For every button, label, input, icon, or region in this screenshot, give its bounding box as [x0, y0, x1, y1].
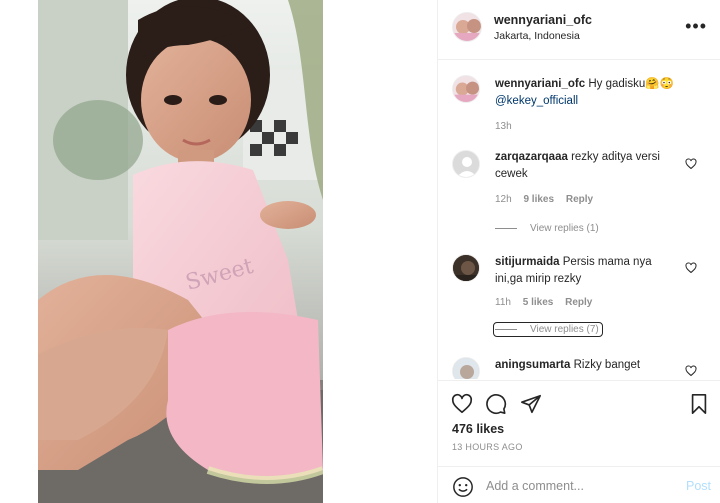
- author-username[interactable]: wennyariani_ofc: [494, 13, 592, 27]
- post-timestamp[interactable]: 13 HOURS AGO: [452, 442, 523, 452]
- caption-username[interactable]: wennyariani_ofc: [495, 78, 585, 90]
- view-replies-button[interactable]: View replies (7): [493, 322, 603, 337]
- caption-meta: 13h: [495, 121, 521, 132]
- comment-like-heart-icon[interactable]: [685, 365, 697, 377]
- comments-list[interactable]: wennyariani_ofc Hy gadisku🤗😳 @kekey_offi…: [438, 61, 720, 379]
- comment-likes-count[interactable]: 9 likes: [523, 194, 554, 205]
- post-photo[interactable]: Sweet: [38, 0, 323, 503]
- bookmark-icon[interactable]: [688, 393, 710, 415]
- comment-time[interactable]: 11h: [495, 297, 511, 308]
- comment-icon[interactable]: [485, 393, 507, 415]
- comment-avatar-image: [453, 358, 479, 379]
- comment-likes-count[interactable]: 5 likes: [523, 297, 554, 308]
- comment-meta: 12h 9 likes Reply: [495, 194, 602, 205]
- comment-input[interactable]: [486, 475, 676, 497]
- likes-count[interactable]: 476 likes: [452, 422, 504, 436]
- comment-like-heart-icon[interactable]: [685, 158, 697, 170]
- comment-text: aningsumarta Rizky banget: [495, 357, 681, 374]
- heart-icon[interactable]: [451, 393, 473, 415]
- post-sidebar: wennyariani_ofc Jakarta, Indonesia ••• w…: [437, 0, 720, 503]
- reply-button[interactable]: Reply: [565, 297, 592, 308]
- comment-text: sitijurmaida Persis mama nya ini,ga miri…: [495, 254, 681, 288]
- default-avatar-icon: [453, 151, 479, 177]
- author-avatar-image: [453, 13, 481, 41]
- comment-avatar[interactable]: [452, 150, 480, 178]
- caption-avatar-image: [453, 76, 479, 102]
- smiley-icon[interactable]: [452, 476, 474, 498]
- caption-text: wennyariani_ofc Hy gadisku🤗😳 @kekey_offi…: [495, 76, 681, 110]
- comment-avatar[interactable]: [452, 357, 480, 379]
- post-comment-button[interactable]: Post: [686, 479, 711, 493]
- view-replies-button[interactable]: View replies (1): [495, 223, 599, 234]
- comment-username[interactable]: aningsumarta: [495, 359, 570, 371]
- comment-meta: 11h 5 likes Reply: [495, 297, 601, 308]
- comment-username[interactable]: sitijurmaida: [495, 256, 560, 268]
- post-location[interactable]: Jakarta, Indonesia: [494, 30, 580, 42]
- comment-avatar-image: [453, 255, 479, 281]
- comment-body: Rizky banget: [573, 359, 641, 371]
- comment-username[interactable]: zarqazarqaaa: [495, 151, 568, 163]
- post-photo-image: Sweet: [38, 0, 323, 503]
- add-comment-bar: Post: [438, 466, 720, 503]
- comment-avatar[interactable]: [452, 254, 480, 282]
- comment-like-heart-icon[interactable]: [685, 262, 697, 274]
- more-horizontal-icon[interactable]: •••: [685, 16, 707, 37]
- post-actions: 476 likes 13 HOURS AGO: [438, 380, 720, 461]
- post-header: wennyariani_ofc Jakarta, Indonesia •••: [438, 0, 720, 60]
- replies-divider-line: [495, 228, 517, 229]
- replies-divider-line: [495, 329, 517, 330]
- reply-button[interactable]: Reply: [566, 194, 593, 205]
- caption-mention[interactable]: @kekey_officiall: [495, 95, 578, 107]
- author-avatar[interactable]: [452, 12, 482, 42]
- caption-avatar[interactable]: [452, 75, 480, 103]
- view-replies-label: View replies (1): [530, 223, 599, 234]
- caption-time[interactable]: 13h: [495, 121, 512, 132]
- caption-body: Hy gadisku🤗😳: [588, 78, 674, 90]
- comment-text: zarqazarqaaa rezky aditya versi cewek: [495, 149, 681, 183]
- post-media-pane: Sweet: [0, 0, 437, 503]
- paper-plane-icon[interactable]: [520, 393, 542, 415]
- view-replies-label: View replies (7): [530, 324, 599, 335]
- comment-time[interactable]: 12h: [495, 194, 512, 205]
